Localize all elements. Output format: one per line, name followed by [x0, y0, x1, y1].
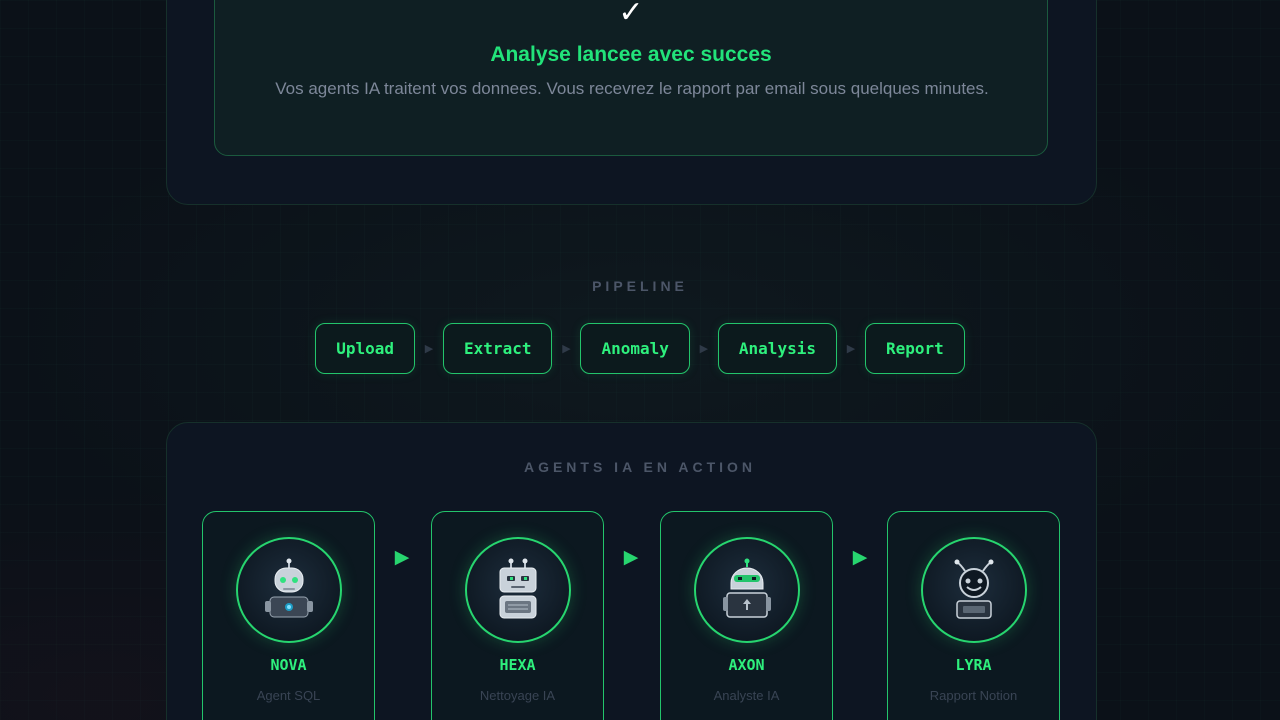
- agent-role: Rapport Notion: [929, 688, 1018, 703]
- agent-avatar: [465, 537, 571, 643]
- robot-icon: [499, 558, 537, 619]
- agent-avatar: [694, 537, 800, 643]
- agent-card-lyra[interactable]: LYRA Rapport Notion: [887, 511, 1060, 720]
- agent-avatar: [236, 537, 342, 643]
- agents-heading: AGENTS IA EN ACTION: [523, 459, 757, 475]
- agent-name: HEXA: [499, 656, 536, 674]
- agent-avatar: [921, 537, 1027, 643]
- arrow-right-icon: ▶: [852, 547, 868, 568]
- success-title: Analyse lancee avec succes: [490, 43, 772, 66]
- pipeline-heading: PIPELINE: [592, 278, 688, 294]
- agent-role: Analyste IA: [713, 688, 780, 703]
- agent-card-nova[interactable]: NOVA Agent SQL: [202, 511, 375, 720]
- agent-name: LYRA: [955, 656, 992, 674]
- step-arrow-icon: ▶: [846, 343, 856, 355]
- step-arrow-icon: ▶: [562, 343, 571, 355]
- pipeline-steps: Upload ▶ Extract ▶ Anomaly ▶ Analysis ▶ …: [0, 323, 1280, 374]
- arrow-right-icon: ▶: [623, 547, 639, 568]
- agent-name: NOVA: [270, 656, 307, 674]
- pipeline-step-anomaly[interactable]: Anomaly: [580, 323, 690, 374]
- step-arrow-icon: ▶: [424, 343, 434, 355]
- pipeline-step-upload[interactable]: Upload: [315, 323, 416, 374]
- pipeline-step-extract[interactable]: Extract: [443, 323, 553, 374]
- pipeline-step-report[interactable]: Report: [864, 323, 965, 374]
- robot-icon: [954, 559, 994, 619]
- checkmark-icon: ✓: [618, 3, 644, 27]
- success-message: Vos agents IA traitent vos donnees. Vous…: [275, 79, 989, 98]
- step-arrow-icon: ▶: [699, 343, 709, 355]
- agent-role: Nettoyage IA: [479, 688, 556, 703]
- arrow-right-icon: ▶: [394, 547, 410, 568]
- robot-icon: [723, 558, 771, 618]
- robot-icon: [265, 558, 313, 618]
- agent-name: AXON: [728, 656, 765, 674]
- pipeline-step-analysis[interactable]: Analysis: [717, 323, 837, 374]
- success-panel: ✓ Analyse lancee avec succes Vos agents …: [214, 0, 1048, 156]
- agent-card-axon[interactable]: AXON Analyste IA: [660, 511, 833, 720]
- agent-card-hexa[interactable]: HEXA Nettoyage IA: [431, 511, 604, 720]
- agent-role: Agent SQL: [256, 688, 321, 703]
